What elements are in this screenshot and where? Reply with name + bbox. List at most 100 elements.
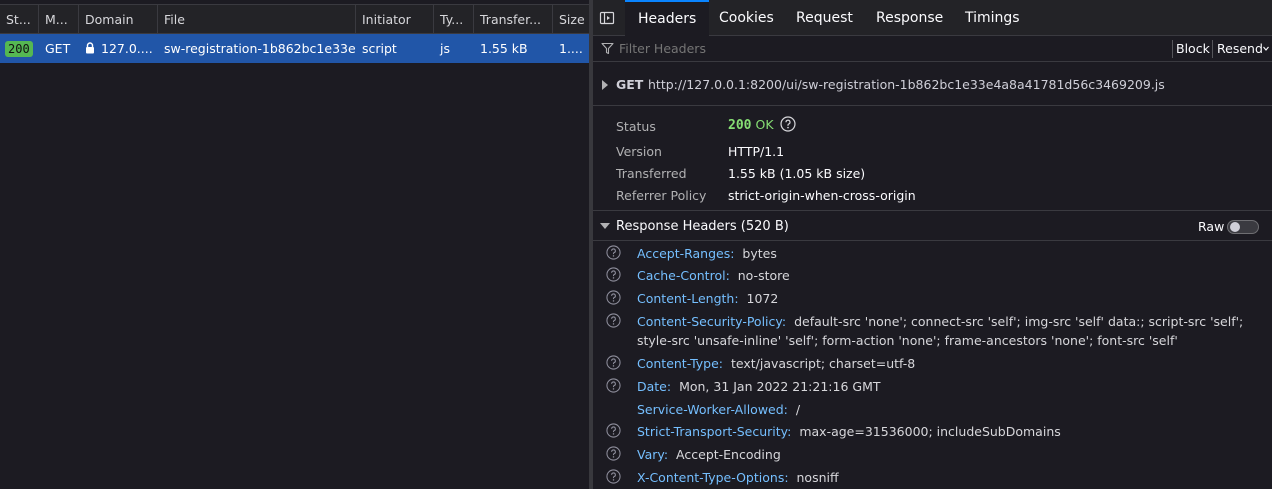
header-colon: : xyxy=(783,402,788,417)
request-line[interactable]: GET http://127.0.0.1:8200/ui/sw-registra… xyxy=(593,72,1272,98)
details-pane: Headers Cookies Request Response Timings… xyxy=(593,0,1272,489)
column-method[interactable]: M... xyxy=(39,5,79,34)
row-size: 1.... xyxy=(559,41,583,56)
header-value: text/javascript; charset=utf-8 xyxy=(730,356,916,371)
filter-icon xyxy=(601,42,614,55)
tab-response[interactable]: Response xyxy=(863,0,956,36)
header-colon: : xyxy=(734,291,739,306)
header-text: Strict-Transport-Security: max-age=31536… xyxy=(637,422,1257,441)
header-name: X-Content-Type-Options xyxy=(637,470,785,485)
row-initiator: script xyxy=(362,41,397,56)
tab-cookies[interactable]: Cookies xyxy=(706,0,787,36)
request-summary: Status 200 OK Version HTTP/1.1 Transferre… xyxy=(593,105,1272,211)
header-name: Content-Security-Policy xyxy=(637,314,782,329)
status-label: Status xyxy=(616,119,656,134)
tab-request[interactable]: Request xyxy=(783,0,866,36)
header-name: Cache-Control xyxy=(637,268,726,283)
header-value: no-store xyxy=(737,268,790,283)
column-initiator[interactable]: Initiator xyxy=(356,5,434,34)
column-transferred[interactable]: Transfer... xyxy=(474,5,553,34)
help-icon[interactable] xyxy=(606,245,621,260)
resend-button[interactable]: Resend xyxy=(1217,40,1263,58)
header-value: bytes xyxy=(742,246,777,261)
request-url: http://127.0.0.1:8200/ui/sw-registration… xyxy=(648,77,1165,92)
version-label: Version xyxy=(616,144,662,159)
status-text: OK xyxy=(755,117,774,132)
toggle-sidebar-icon[interactable] xyxy=(599,10,615,26)
header-value: / xyxy=(795,402,801,417)
requests-pane: St... M... Domain File Initiator Ty... T… xyxy=(0,0,589,489)
request-method: GET xyxy=(616,77,644,92)
transferred-label: Transferred xyxy=(616,166,687,181)
column-size[interactable]: Size xyxy=(553,5,589,34)
row-file: sw-registration-1b862bc1e33e4 xyxy=(164,41,356,56)
column-file[interactable]: File xyxy=(158,5,356,34)
header-colon: : xyxy=(666,379,672,394)
header-name: Vary xyxy=(637,447,664,462)
help-icon[interactable] xyxy=(606,313,621,328)
block-button[interactable]: Block xyxy=(1176,40,1210,58)
referrer-policy-value: strict-origin-when-cross-origin xyxy=(728,188,916,203)
header-text: X-Content-Type-Options: nosniff xyxy=(637,468,1257,487)
column-type[interactable]: Ty... xyxy=(434,5,474,34)
header-name: Date xyxy=(637,379,667,394)
separator xyxy=(1212,40,1213,58)
help-icon[interactable] xyxy=(606,423,621,438)
response-headers-title: Response Headers (520 B) xyxy=(616,219,789,234)
header-colon: : xyxy=(663,447,669,462)
row-domain: 127.0.... xyxy=(79,34,158,63)
help-icon[interactable] xyxy=(606,469,621,484)
row-domain-text: 127.0.... xyxy=(101,41,153,56)
row-method: GET xyxy=(45,41,71,56)
help-icon[interactable] xyxy=(606,290,621,305)
header-colon: : xyxy=(730,246,735,261)
header-value: 1072 xyxy=(746,291,779,306)
requests-table-header: St... M... Domain File Initiator Ty... T… xyxy=(0,4,589,34)
header-name: Accept-Ranges xyxy=(637,246,731,261)
header-name: Service-Worker-Allowed xyxy=(637,402,784,417)
header-text: Content-Type: text/javascript; charset=u… xyxy=(637,354,1257,373)
raw-toggle[interactable] xyxy=(1227,220,1259,234)
collapse-arrow-icon[interactable] xyxy=(600,223,610,229)
help-icon[interactable] xyxy=(606,378,621,393)
header-text: Content-Security-Policy: default-src 'no… xyxy=(637,312,1257,350)
chevron-down-icon[interactable] xyxy=(1263,44,1269,54)
transferred-value: 1.55 kB (1.05 kB size) xyxy=(728,166,866,181)
column-domain[interactable]: Domain xyxy=(79,5,158,34)
tab-headers[interactable]: Headers xyxy=(625,0,710,36)
help-icon[interactable] xyxy=(606,355,621,370)
version-value: HTTP/1.1 xyxy=(728,144,785,159)
status-badge: 200 xyxy=(5,41,33,57)
help-icon[interactable] xyxy=(779,116,796,132)
status-value: 200 OK xyxy=(728,116,796,133)
column-status[interactable]: St... xyxy=(0,5,39,34)
help-icon[interactable] xyxy=(606,267,621,282)
header-text: Service-Worker-Allowed: / xyxy=(637,400,1257,419)
header-colon: : xyxy=(787,424,792,439)
header-colon: : xyxy=(781,314,787,329)
expand-arrow-icon[interactable] xyxy=(602,80,608,90)
header-colon: : xyxy=(725,268,730,283)
lock-icon xyxy=(86,42,94,54)
help-icon[interactable] xyxy=(606,446,621,461)
header-text: Accept-Ranges: bytes xyxy=(637,244,1257,263)
raw-label: Raw xyxy=(1198,219,1225,234)
header-colon: : xyxy=(718,356,724,371)
header-text: Cache-Control: no-store xyxy=(637,266,1257,285)
header-text: Date: Mon, 31 Jan 2022 21:21:16 GMT xyxy=(637,377,1257,396)
header-colon: : xyxy=(784,470,789,485)
status-code: 200 xyxy=(728,118,752,133)
header-name: Strict-Transport-Security xyxy=(637,424,788,439)
header-text: Content-Length: 1072 xyxy=(637,289,1257,308)
tab-timings[interactable]: Timings xyxy=(952,0,1033,36)
row-status: 200 xyxy=(0,34,39,63)
header-value: Accept-Encoding xyxy=(676,447,781,462)
separator xyxy=(1172,40,1173,58)
header-value: nosniff xyxy=(796,470,839,485)
table-row[interactable]: 200 GET 127.0.... sw-registration-1b862b… xyxy=(0,34,589,63)
response-headers-section[interactable]: Response Headers (520 B) Raw xyxy=(593,212,1272,241)
filter-headers-input[interactable] xyxy=(619,39,1169,59)
header-value: Mon, 31 Jan 2022 21:21:16 GMT xyxy=(679,379,881,394)
referrer-policy-label: Referrer Policy xyxy=(616,188,707,203)
row-transferred: 1.55 kB xyxy=(480,41,528,56)
